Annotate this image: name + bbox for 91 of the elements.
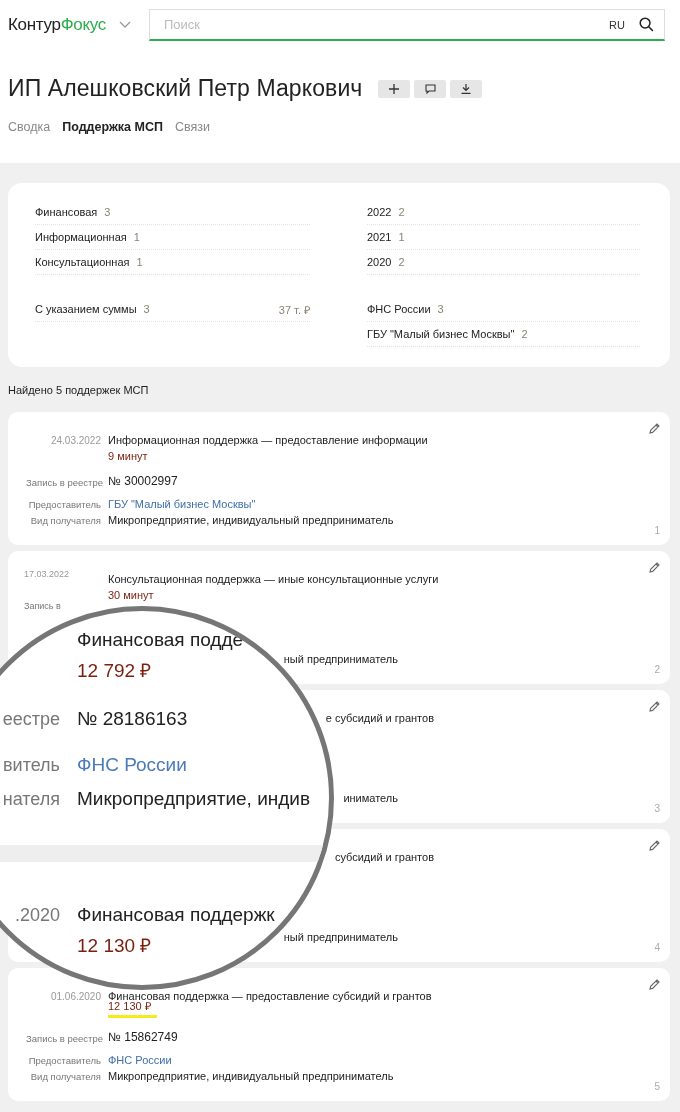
comment-button[interactable] [414, 79, 447, 98]
filter-label: ГБУ "Малый бизнес Москвы" [367, 328, 515, 340]
amount-text: 37 т. ₽ [278, 302, 310, 317]
recipient-text: ный предприниматель [283, 931, 398, 943]
card-number: 4 [654, 942, 660, 953]
card-number: 2 [654, 664, 660, 675]
count-text: 2 [521, 328, 528, 340]
filter-label: 2022 [367, 206, 392, 218]
download-icon [461, 83, 472, 94]
count-text: 2 [398, 206, 405, 218]
duration-text: 30 минут [108, 589, 154, 601]
logo[interactable]: КонтурФокус [8, 15, 106, 35]
logo-text: Контур [8, 15, 61, 34]
recipient-text: ный предприниматель [283, 653, 398, 665]
registry-number: № 15862749 [108, 1030, 178, 1044]
count-text: 3 [437, 303, 444, 315]
results-count: Найдено 5 поддержек МСП [8, 383, 150, 398]
filter-label: 2020 [367, 256, 392, 268]
date-text: 24.03.2022 [50, 435, 101, 446]
search-field[interactable]: Поиск RU [149, 9, 665, 41]
recipient-text: Микропредприятие, индивидуальный предприниматель [108, 1070, 394, 1082]
field-label: Вид получателя [30, 515, 101, 526]
count-text: 1 [133, 231, 140, 243]
count-text: 3 [104, 206, 111, 218]
magnified-support-title: Финансовая подде [77, 629, 244, 651]
filter-row[interactable]: Финансовая 3 [35, 200, 310, 225]
page-title: ИП Алешковский Петр Маркович [8, 75, 363, 102]
magnified-label: .2020 [14, 904, 60, 925]
support-title: Информационная поддержка — предоставление информации [108, 434, 428, 446]
pencil-icon[interactable] [649, 840, 660, 851]
pencil-icon[interactable] [649, 562, 660, 573]
duration-text: 9 минут [108, 450, 148, 462]
download-button[interactable] [450, 79, 483, 98]
field-label: Предоставитель [28, 499, 101, 510]
field-label: Предоставитель [28, 1055, 101, 1066]
field-label: Запись в реестре [26, 1033, 104, 1044]
filter-row[interactable]: Информационная 1 [35, 225, 310, 250]
tab[interactable]: Сводка [8, 120, 51, 163]
filter-row[interactable]: ГБУ "Малый бизнес Москвы" 2 [367, 322, 640, 347]
field-label: Запись в [24, 601, 61, 611]
pencil-icon[interactable] [649, 701, 660, 712]
filter-row[interactable]: 2021 1 [367, 225, 640, 250]
support-title: Консультационная поддержка — иные консультационные услуги [108, 573, 439, 585]
magnified-amount-text: 12 792 ₽ [77, 659, 152, 683]
card-number: 3 [654, 803, 660, 814]
language-label[interactable]: RU [609, 18, 625, 31]
filter-row[interactable]: ФНС России 3 [367, 297, 640, 322]
add-button[interactable] [378, 79, 411, 98]
filter-row[interactable]: 2022 2 [367, 200, 640, 225]
tab[interactable]: Поддержка МСП [62, 120, 163, 163]
filter-label: Информационная [35, 231, 127, 243]
provider-link[interactable]: ФНС России [108, 1054, 172, 1066]
magnified-support-title: Финансовая поддержк [77, 904, 275, 926]
count-text: 1 [136, 256, 143, 268]
magnified-label: витель [3, 754, 60, 775]
magnified-label: еестре [2, 708, 60, 729]
plus-icon [389, 83, 400, 94]
magnified-recipient-text: Микропредприятие, индив [77, 788, 311, 810]
date-text: 01.06.2020 [50, 991, 101, 1002]
filter-label: 2021 [367, 231, 392, 243]
filter-label: Консультационная [35, 256, 130, 268]
comment-icon [424, 83, 436, 94]
card-number: 1 [654, 525, 660, 536]
field-label: Вид получателя [30, 1071, 101, 1082]
filter-label: Финансовая [35, 206, 98, 218]
recipient-text: иниматель [343, 792, 398, 804]
filter-label: С указанием суммы [35, 303, 137, 315]
registry-number: № 30002997 [108, 474, 178, 488]
chevron-down-icon[interactable] [119, 21, 131, 29]
magnified-label: нателя [2, 788, 60, 809]
provider-link[interactable]: ГБУ "Малый бизнес Москвы" [108, 498, 256, 510]
pencil-icon[interactable] [649, 423, 660, 434]
support-title: е субсидий и грантов [325, 712, 434, 724]
magnified-amount-text: 12 130 ₽ [77, 934, 152, 958]
count-text: 3 [143, 303, 150, 315]
pencil-icon[interactable] [649, 979, 660, 990]
date-text: 17.03.2022 [24, 569, 70, 579]
search-icon[interactable] [639, 17, 654, 32]
filter-row[interactable]: Консультационная 1 [35, 250, 310, 275]
filter-row[interactable]: 2020 2 [367, 250, 640, 275]
card-number: 5 [654, 1081, 660, 1092]
magnified-registry-number: № 28186163 [77, 708, 188, 730]
filter-label: ФНС России [367, 303, 431, 315]
filter-row[interactable]: С указанием суммы 3 37 т. ₽ [35, 297, 310, 322]
recipient-text: Микропредприятие, индивидуальный предприниматель [108, 514, 394, 526]
support-title: субсидий и грантов [334, 851, 434, 863]
count-text: 1 [398, 231, 405, 243]
tab[interactable]: Связи [174, 120, 210, 163]
field-label: Запись в реестре [26, 477, 104, 488]
logo-accent-text: Фокус [60, 15, 106, 34]
count-text: 2 [398, 256, 405, 268]
